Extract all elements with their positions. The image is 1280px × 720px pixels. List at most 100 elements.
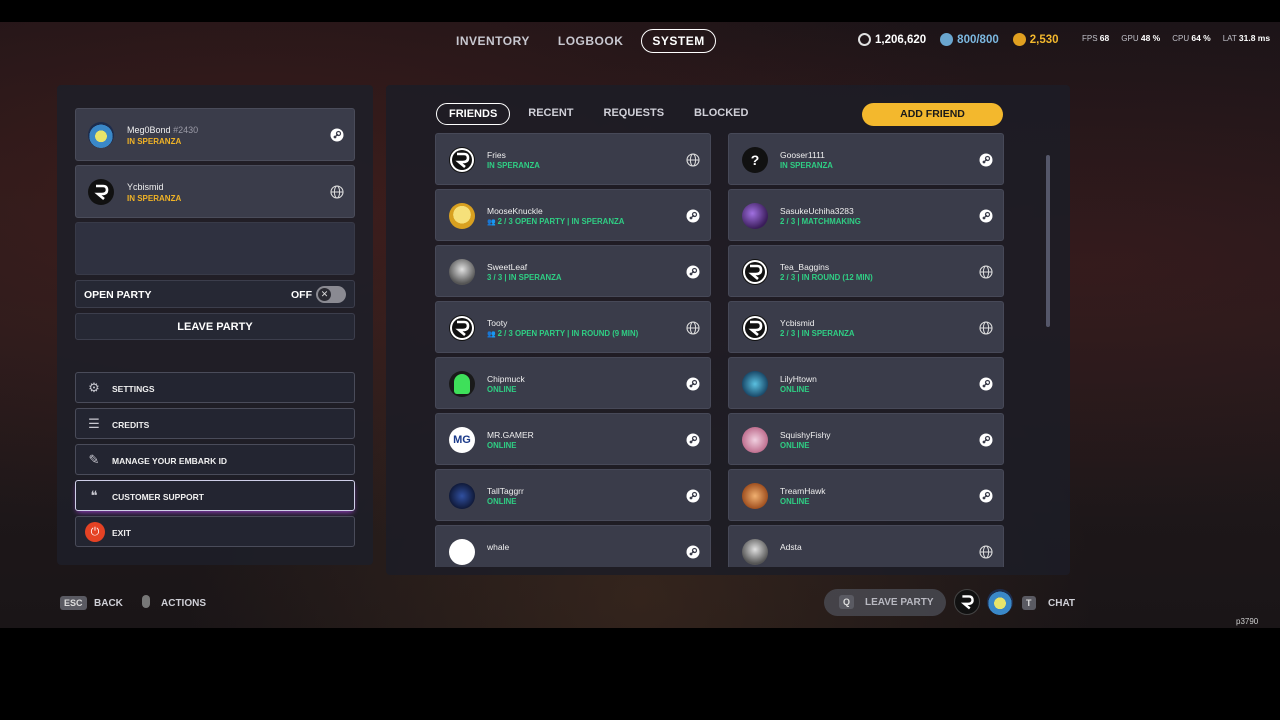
- credits-stat: 1,206,620: [858, 33, 926, 46]
- friends-panel: FRIENDS RECENT REQUESTS BLOCKED ADD FRIE…: [386, 85, 1070, 575]
- tab-blocked[interactable]: BLOCKED: [682, 103, 760, 125]
- teal-avatar: [742, 371, 768, 397]
- embark-avatar: [742, 315, 768, 341]
- customer-support-button[interactable]: ❝ CUSTOMER SUPPORT: [75, 480, 355, 511]
- friend-name: MooseKnuckle: [487, 206, 543, 216]
- globe-icon: [686, 321, 700, 335]
- friend-status: 👥 2 / 3 OPEN PARTY | IN ROUND (9 MIN): [487, 329, 638, 338]
- currency-bar: 1,206,620 800/800 2,530: [858, 33, 1059, 46]
- gear-icon: ⚙: [88, 380, 100, 395]
- purple-avatar: [742, 203, 768, 229]
- friends-scrollbar[interactable]: [1046, 155, 1050, 327]
- steam-icon: [979, 489, 993, 503]
- friend-status-text: ONLINE: [487, 385, 517, 394]
- party-avatar-embark: [954, 589, 980, 615]
- friend-status-text: 2 / 3 | MATCHMAKING: [780, 217, 861, 226]
- steam-icon: [979, 377, 993, 391]
- friends-list[interactable]: Fries IN SPERANZA ? Gooser1111 IN SPERANZA Mo…: [435, 133, 1011, 567]
- friend-card[interactable]: Adsta: [728, 525, 1004, 567]
- lat-value: 31.8 ms: [1238, 33, 1271, 43]
- exit-button[interactable]: ⏻ EXIT: [75, 516, 355, 547]
- party-avatar-bomb: [987, 589, 1013, 615]
- friends-tabs: FRIENDS RECENT REQUESTS BLOCKED: [436, 103, 760, 125]
- party-member[interactable]: Ycbismid IN SPERANZA: [75, 165, 355, 218]
- friend-card[interactable]: SasukeUchiha3283 2 / 3 | MATCHMAKING: [728, 189, 1004, 241]
- friend-card[interactable]: TreamHawk ONLINE: [728, 469, 1004, 521]
- tab-recent[interactable]: RECENT: [516, 103, 585, 125]
- friend-card[interactable]: Chipmuck ONLINE: [435, 357, 711, 409]
- friend-name: Ycbismid: [780, 318, 815, 328]
- actions-button[interactable]: ACTIONS: [161, 598, 206, 609]
- leave-party-quick-label: LEAVE PARTY: [865, 597, 934, 608]
- party-member[interactable]: Meg0Bond #2430 IN SPERANZA: [75, 108, 355, 161]
- globe-icon: [979, 265, 993, 279]
- power-icon: ⏻: [85, 522, 105, 542]
- friend-card[interactable]: SquishyFishy ONLINE: [728, 413, 1004, 465]
- friend-status-text: ONLINE: [780, 385, 810, 394]
- leave-party-button[interactable]: LEAVE PARTY: [75, 313, 355, 340]
- friend-card[interactable]: ? Gooser1111 IN SPERANZA: [728, 133, 1004, 185]
- friend-card[interactable]: LilyHtown ONLINE: [728, 357, 1004, 409]
- chat-button[interactable]: CHAT: [1048, 598, 1075, 609]
- open-party-label: OPEN PARTY: [84, 289, 152, 301]
- friend-card[interactable]: MG MR.GAMER ONLINE: [435, 413, 711, 465]
- tab-inventory[interactable]: INVENTORY: [446, 30, 540, 52]
- open-party-toggle[interactable]: ✕: [316, 286, 346, 303]
- settings-label: SETTINGS: [112, 384, 155, 394]
- orange-avatar: [742, 483, 768, 509]
- member-name-row: Meg0Bond #2430: [127, 125, 198, 135]
- ghost-icon: [454, 374, 470, 394]
- steam-icon: [686, 489, 700, 503]
- friend-name: Tea_Baggins: [780, 262, 830, 272]
- steam-icon: [979, 153, 993, 167]
- embark-avatar: [742, 259, 768, 285]
- manage-embark-id-button[interactable]: ✎ MANAGE YOUR EMBARK ID: [75, 444, 355, 475]
- friend-card[interactable]: SweetLeaf 3 / 3 | IN SPERANZA: [435, 245, 711, 297]
- bomb-avatar: [88, 122, 114, 148]
- friend-card[interactable]: Fries IN SPERANZA: [435, 133, 711, 185]
- friend-status-text: ONLINE: [487, 497, 517, 506]
- friend-status-text: ONLINE: [780, 497, 810, 506]
- friend-card[interactable]: MooseKnuckle 👥 2 / 3 OPEN PARTY | IN SPER…: [435, 189, 711, 241]
- add-friend-button[interactable]: ADD FRIEND: [862, 103, 1003, 126]
- tab-system[interactable]: SYSTEM: [641, 29, 716, 53]
- party-icon: 👥: [487, 219, 498, 226]
- embark-avatar: [88, 179, 114, 205]
- empty-party-slot[interactable]: [75, 222, 355, 275]
- friend-status-text: 2 / 3 OPEN PARTY | IN SPERANZA: [497, 217, 625, 226]
- friend-card[interactable]: Tooty 👥 2 / 3 OPEN PARTY | IN ROUND (9 MI…: [435, 301, 711, 353]
- friend-status: ONLINE: [487, 385, 516, 394]
- gold-stat: 2,530: [1012, 33, 1059, 46]
- embark-logo-icon: [743, 260, 767, 284]
- globe-icon: [979, 321, 993, 335]
- member-status: IN SPERANZA: [127, 194, 182, 203]
- friend-card[interactable]: Tea_Baggins 2 / 3 | IN ROUND (12 MIN): [728, 245, 1004, 297]
- lat-readout: LAT 31.8 ms: [1223, 33, 1270, 43]
- tab-requests[interactable]: REQUESTS: [592, 103, 677, 125]
- credits-value: 1,206,620: [875, 33, 927, 46]
- manage-embark-id-label: MANAGE YOUR EMBARK ID: [112, 456, 228, 466]
- member-name: Meg0Bond: [127, 125, 171, 135]
- friend-card[interactable]: Ycbismid 2 / 3 | IN SPERANZA: [728, 301, 1004, 353]
- steam-icon: [686, 265, 700, 279]
- friend-card[interactable]: TallTaggrr ONLINE: [435, 469, 711, 521]
- steam-icon: [686, 377, 700, 391]
- embark-logo-icon: [89, 180, 113, 204]
- settings-button[interactable]: ⚙ SETTINGS: [75, 372, 355, 403]
- back-button[interactable]: BACK: [94, 598, 123, 609]
- friend-status: ONLINE: [487, 497, 516, 506]
- friend-card[interactable]: whale: [435, 525, 711, 567]
- tab-friends[interactable]: FRIENDS: [436, 103, 511, 125]
- friend-name: MR.GAMER: [487, 430, 534, 440]
- friend-status: ONLINE: [780, 385, 809, 394]
- leave-party-quick-button[interactable]: Q LEAVE PARTY: [824, 589, 946, 616]
- friend-name: Chipmuck: [487, 374, 525, 384]
- question-icon: ?: [750, 152, 760, 168]
- fps-label: FPS: [1082, 34, 1098, 43]
- friend-name: SasukeUchiha3283: [780, 206, 854, 216]
- tab-logbook[interactable]: LOGBOOK: [548, 30, 634, 52]
- steam-icon: [979, 433, 993, 447]
- credits-button[interactable]: ☰ CREDITS: [75, 408, 355, 439]
- friend-name: Tooty: [487, 318, 508, 328]
- chat-bubbles-icon: ❝: [90, 488, 98, 503]
